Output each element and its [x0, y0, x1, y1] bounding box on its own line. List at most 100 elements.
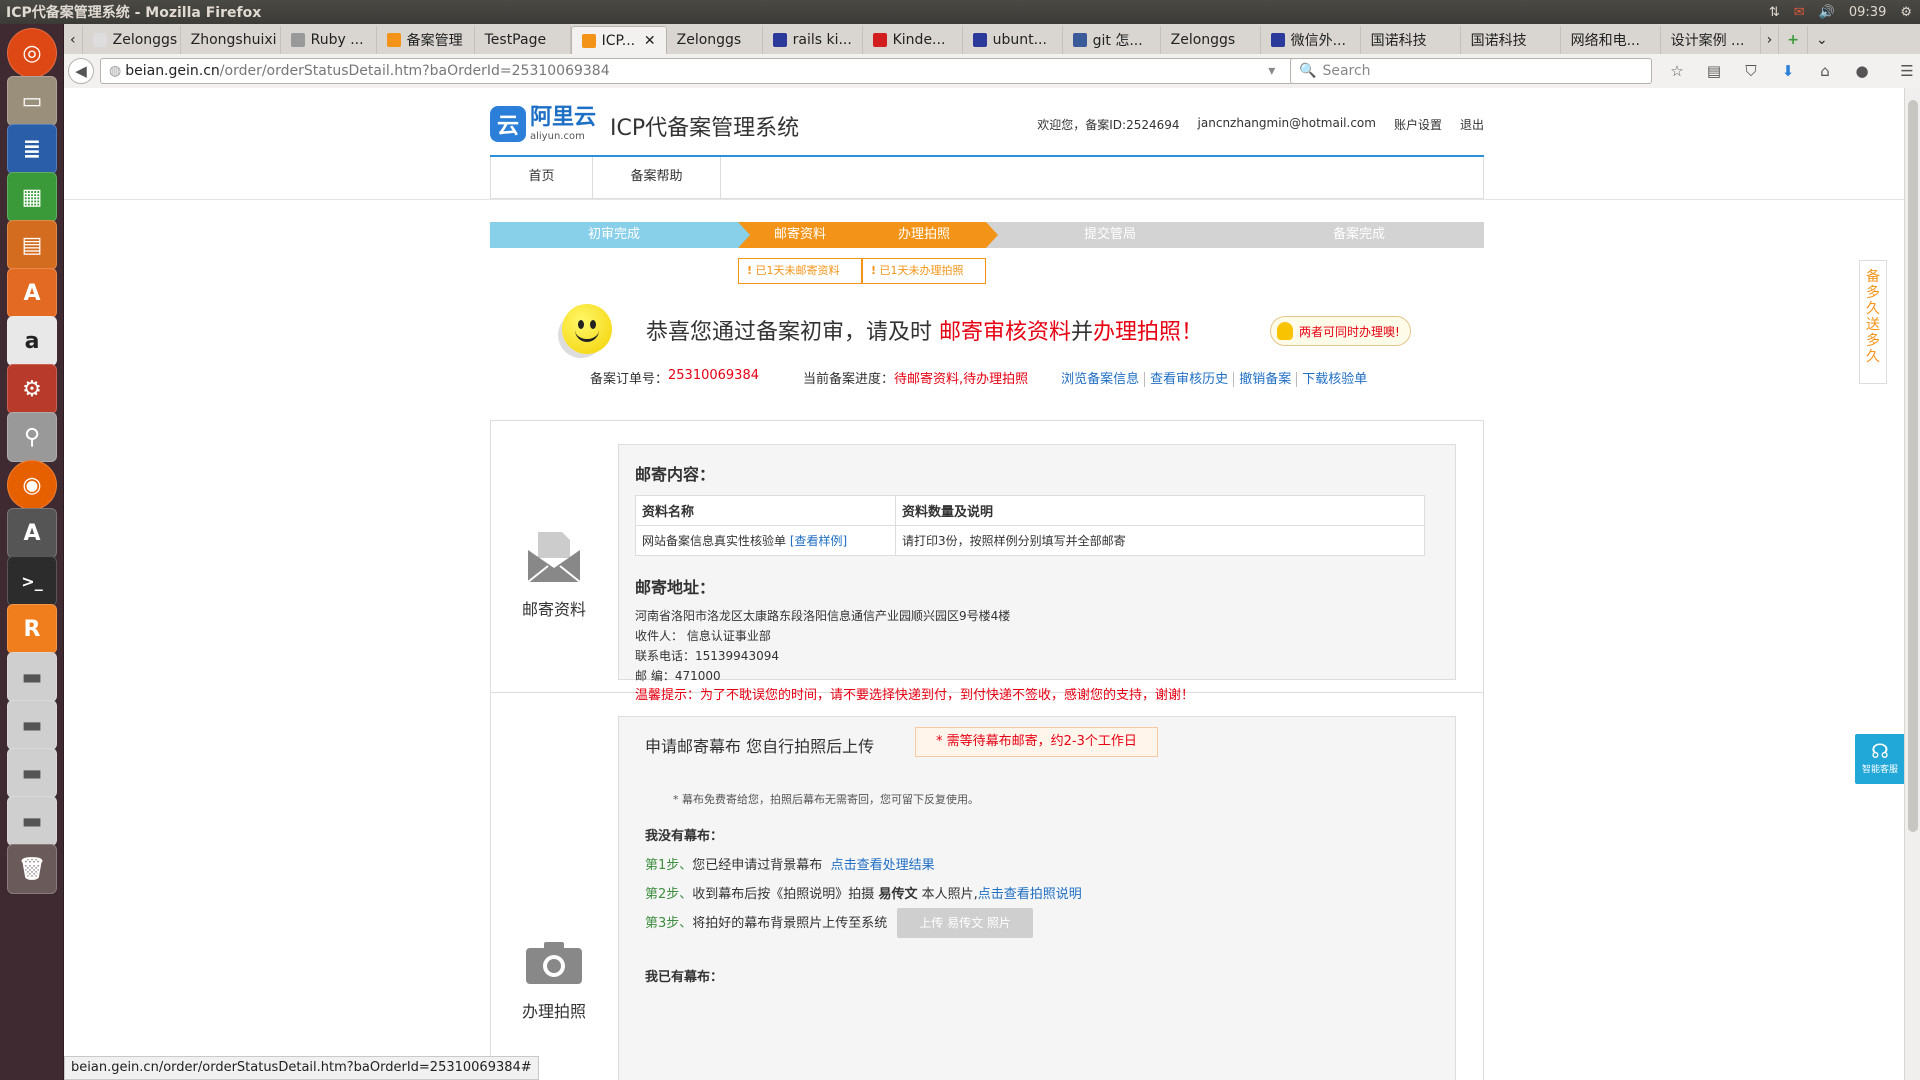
page-divider: [64, 199, 1904, 200]
home-icon[interactable]: ⌂: [1812, 58, 1838, 84]
headset-icon: ☊: [1871, 739, 1889, 763]
globe-icon: ◍: [109, 63, 122, 79]
browser-tab[interactable]: Kinde...: [863, 26, 963, 54]
promo-side-tab[interactable]: 备多久送多久: [1859, 260, 1887, 384]
browser-tab[interactable]: Zhongshuixi: [181, 26, 281, 54]
view-filing-info-link[interactable]: 浏览备案信息: [1056, 372, 1146, 387]
photo-content-panel: 申请邮寄幕布 您自行拍照后上传 * 需等待幕布邮寄，约2-3个工作日 * 幕布免…: [618, 716, 1456, 1080]
window-title: ICP代备案管理系统 - Mozilla Firefox: [6, 5, 262, 21]
scrollbar-thumb[interactable]: [1908, 100, 1918, 832]
browser-tab[interactable]: 设计案例 ...: [1661, 26, 1761, 54]
mail-content-title: 邮寄内容：: [635, 465, 716, 484]
step-complete: 备案完成: [1234, 222, 1484, 248]
files-icon[interactable]: ▭: [7, 76, 57, 126]
calc-icon[interactable]: ▦: [7, 172, 57, 222]
dropdown-arrow-icon[interactable]: ▾: [1268, 63, 1275, 79]
url-bar[interactable]: ◍ beian.gein.cn/order/orderStatusDetail.…: [100, 58, 1320, 84]
browser-tab[interactable]: TestPage: [475, 26, 571, 54]
browser-tab[interactable]: git 怎...: [1063, 26, 1161, 54]
navigation-toolbar: ◀ ◍ beian.gein.cn/order/orderStatusDetai…: [64, 54, 1920, 88]
aliyun-logo[interactable]: 云 阿里云 aliyun.com: [490, 106, 596, 142]
menu-icon[interactable]: ☰: [1894, 58, 1920, 84]
account-settings-link[interactable]: 账户设置: [1394, 116, 1442, 133]
impress-icon[interactable]: ▤: [7, 220, 57, 270]
main-menu: 首页 备案帮助: [490, 157, 1484, 199]
browser-tab[interactable]: 国诺科技: [1361, 26, 1461, 54]
gear-icon[interactable]: ⚙: [1900, 5, 1912, 20]
review-history-link[interactable]: 查看审核历史: [1145, 372, 1235, 387]
smart-service-button[interactable]: ☊ 智能客服: [1855, 734, 1905, 784]
congrats-message: 恭喜您通过备案初审，请及时 邮寄审核资料并办理拍照！: [646, 320, 1204, 345]
status-bar-url: beian.gein.cn/order/orderStatusDetail.ht…: [64, 1056, 539, 1080]
smiley-icon: [562, 304, 612, 354]
upload-photo-button[interactable]: 上传 易传文 照片: [897, 908, 1033, 938]
clock[interactable]: 09:39: [1849, 5, 1886, 20]
browser-tab-active[interactable]: ICP... ✕: [570, 26, 667, 54]
page-scrollbar[interactable]: [1904, 88, 1920, 1080]
order-links: 浏览备案信息 查看审核历史 撤销备案 下载核验单: [1056, 368, 1372, 387]
rubymine-icon[interactable]: R: [7, 604, 57, 654]
drive-icon[interactable]: ▬: [7, 796, 57, 846]
photo-instructions-link[interactable]: 点击查看拍照说明: [978, 887, 1082, 902]
table-row: 网站备案信息真实性核验单 [查看样例] 请打印3份，按照样例分别填写并全部邮寄: [635, 525, 1425, 556]
envelope-icon: [527, 532, 581, 583]
download-verification-link[interactable]: 下载核验单: [1297, 372, 1372, 387]
terminal-icon[interactable]: >_: [7, 556, 57, 606]
browser-tab[interactable]: Zelonggs: [83, 26, 181, 54]
step-initial-review: 初审完成: [490, 222, 750, 248]
ubuntu-dash-icon[interactable]: ◎: [7, 28, 57, 78]
search-icon: 🔍: [1299, 63, 1317, 79]
amazon-icon[interactable]: a: [7, 316, 57, 366]
new-tab-button[interactable]: +: [1779, 26, 1808, 54]
photo-overdue-warning: ! 已1天未办理拍照: [862, 258, 986, 284]
browser-tab[interactable]: Ruby ...: [281, 26, 377, 54]
photo-step-1: 第1步、您已经申请过背景幕布 点击查看处理结果: [645, 858, 935, 873]
cancel-filing-link[interactable]: 撤销备案: [1234, 372, 1298, 387]
volume-icon[interactable]: 🔊: [1819, 5, 1835, 20]
tab-list-button[interactable]: ⌄: [1808, 26, 1836, 54]
tab-scroll-left[interactable]: ‹: [64, 26, 83, 54]
browser-tab[interactable]: 国诺科技: [1461, 26, 1561, 54]
search-input[interactable]: 🔍 Search: [1290, 58, 1652, 84]
reading-list-icon[interactable]: ▤: [1701, 58, 1727, 84]
mail-indicator-icon[interactable]: ✉: [1794, 5, 1805, 20]
drive-icon[interactable]: ▬: [7, 652, 57, 702]
mail-section-label: 邮寄资料: [494, 528, 614, 620]
have-curtain-heading: 我已有幕布：: [645, 970, 724, 985]
warm-tip: 温馨提示：为了不耽误您的时间，请不要选择快递到付，到付快递不签收，感谢您的支持，…: [635, 688, 1195, 703]
software-center-icon[interactable]: A: [7, 268, 57, 318]
progress-steps: 初审完成 邮寄资料 办理拍照 提交管局 备案完成: [490, 222, 1484, 248]
mysql-workbench-icon[interactable]: ⚲: [7, 412, 57, 462]
logout-link[interactable]: 退出: [1460, 116, 1484, 133]
trash-icon[interactable]: 🗑: [7, 844, 57, 894]
browser-tab[interactable]: rails ki...: [763, 26, 863, 54]
photo-section-title: 申请邮寄幕布 您自行拍照后上传: [645, 737, 875, 756]
browser-tab[interactable]: ubunt...: [963, 26, 1063, 54]
browser-tab[interactable]: 网络和电...: [1561, 26, 1661, 54]
browser-tab[interactable]: Zelonggs: [667, 26, 763, 54]
writer-icon[interactable]: ≣: [7, 124, 57, 174]
step-photo: 办理拍照: [862, 222, 998, 248]
drive-icon[interactable]: ▬: [7, 700, 57, 750]
chat-icon[interactable]: ●: [1849, 58, 1875, 84]
mail-docs-table: 资料名称 资料数量及说明 网站备案信息真实性核验单 [查看样例] 请打印3份，按…: [635, 495, 1425, 556]
menu-help[interactable]: 备案帮助: [593, 157, 721, 198]
firefox-icon[interactable]: ◉: [7, 460, 57, 510]
view-result-link[interactable]: 点击查看处理结果: [831, 858, 935, 873]
menu-home[interactable]: 首页: [491, 157, 593, 198]
download-icon[interactable]: ⬇: [1775, 58, 1801, 84]
settings-icon[interactable]: ⚙: [7, 364, 57, 414]
updater-icon[interactable]: A: [7, 508, 57, 558]
close-tab-icon[interactable]: ✕: [644, 33, 656, 49]
tab-scroll-right[interactable]: ›: [1761, 26, 1780, 54]
simultaneous-tip: 两者可同时办理噢!: [1270, 316, 1411, 346]
view-sample-link[interactable]: [查看样例]: [790, 534, 847, 548]
network-icon[interactable]: ⇅: [1769, 5, 1780, 20]
back-button[interactable]: ◀: [68, 58, 94, 84]
browser-tab[interactable]: Zelonggs: [1161, 26, 1261, 54]
pocket-icon[interactable]: ⛉: [1738, 58, 1764, 84]
browser-tab[interactable]: 微信外...: [1261, 26, 1361, 54]
drive-icon[interactable]: ▬: [7, 748, 57, 798]
browser-tab[interactable]: 备案管理: [377, 26, 475, 54]
bookmark-star-icon[interactable]: ☆: [1664, 58, 1690, 84]
